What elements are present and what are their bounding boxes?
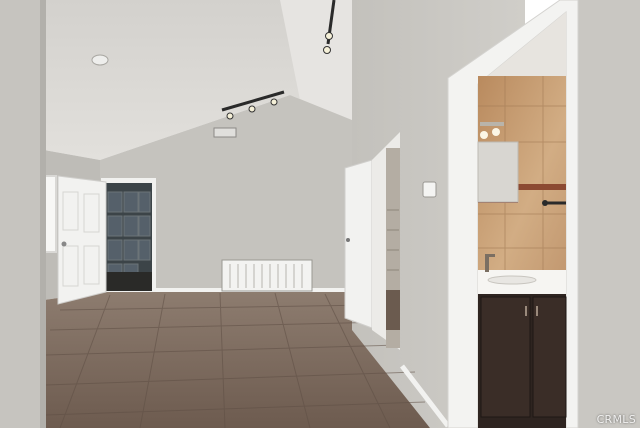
left-wall bbox=[0, 0, 46, 428]
room-scene bbox=[0, 0, 640, 428]
vanity-cabinet bbox=[478, 294, 567, 428]
left-wall-shadow bbox=[40, 0, 46, 428]
photo-watermark: CRMLS bbox=[596, 413, 636, 426]
sink-basin bbox=[487, 275, 537, 285]
tile-accent-band bbox=[517, 184, 566, 190]
closet-door bbox=[344, 159, 373, 329]
bathroom-mirror bbox=[477, 141, 519, 203]
far-right-wall bbox=[578, 0, 640, 428]
bathroom-interior bbox=[477, 12, 567, 428]
floor-vent bbox=[221, 259, 313, 292]
interior-photo: CRMLS bbox=[0, 0, 640, 428]
garage-floor bbox=[106, 272, 152, 291]
thermostat bbox=[422, 181, 437, 198]
closet-doorway bbox=[372, 132, 400, 350]
ceiling-vent bbox=[213, 127, 237, 138]
smoke-detector bbox=[91, 54, 109, 66]
open-door-left bbox=[57, 175, 107, 305]
